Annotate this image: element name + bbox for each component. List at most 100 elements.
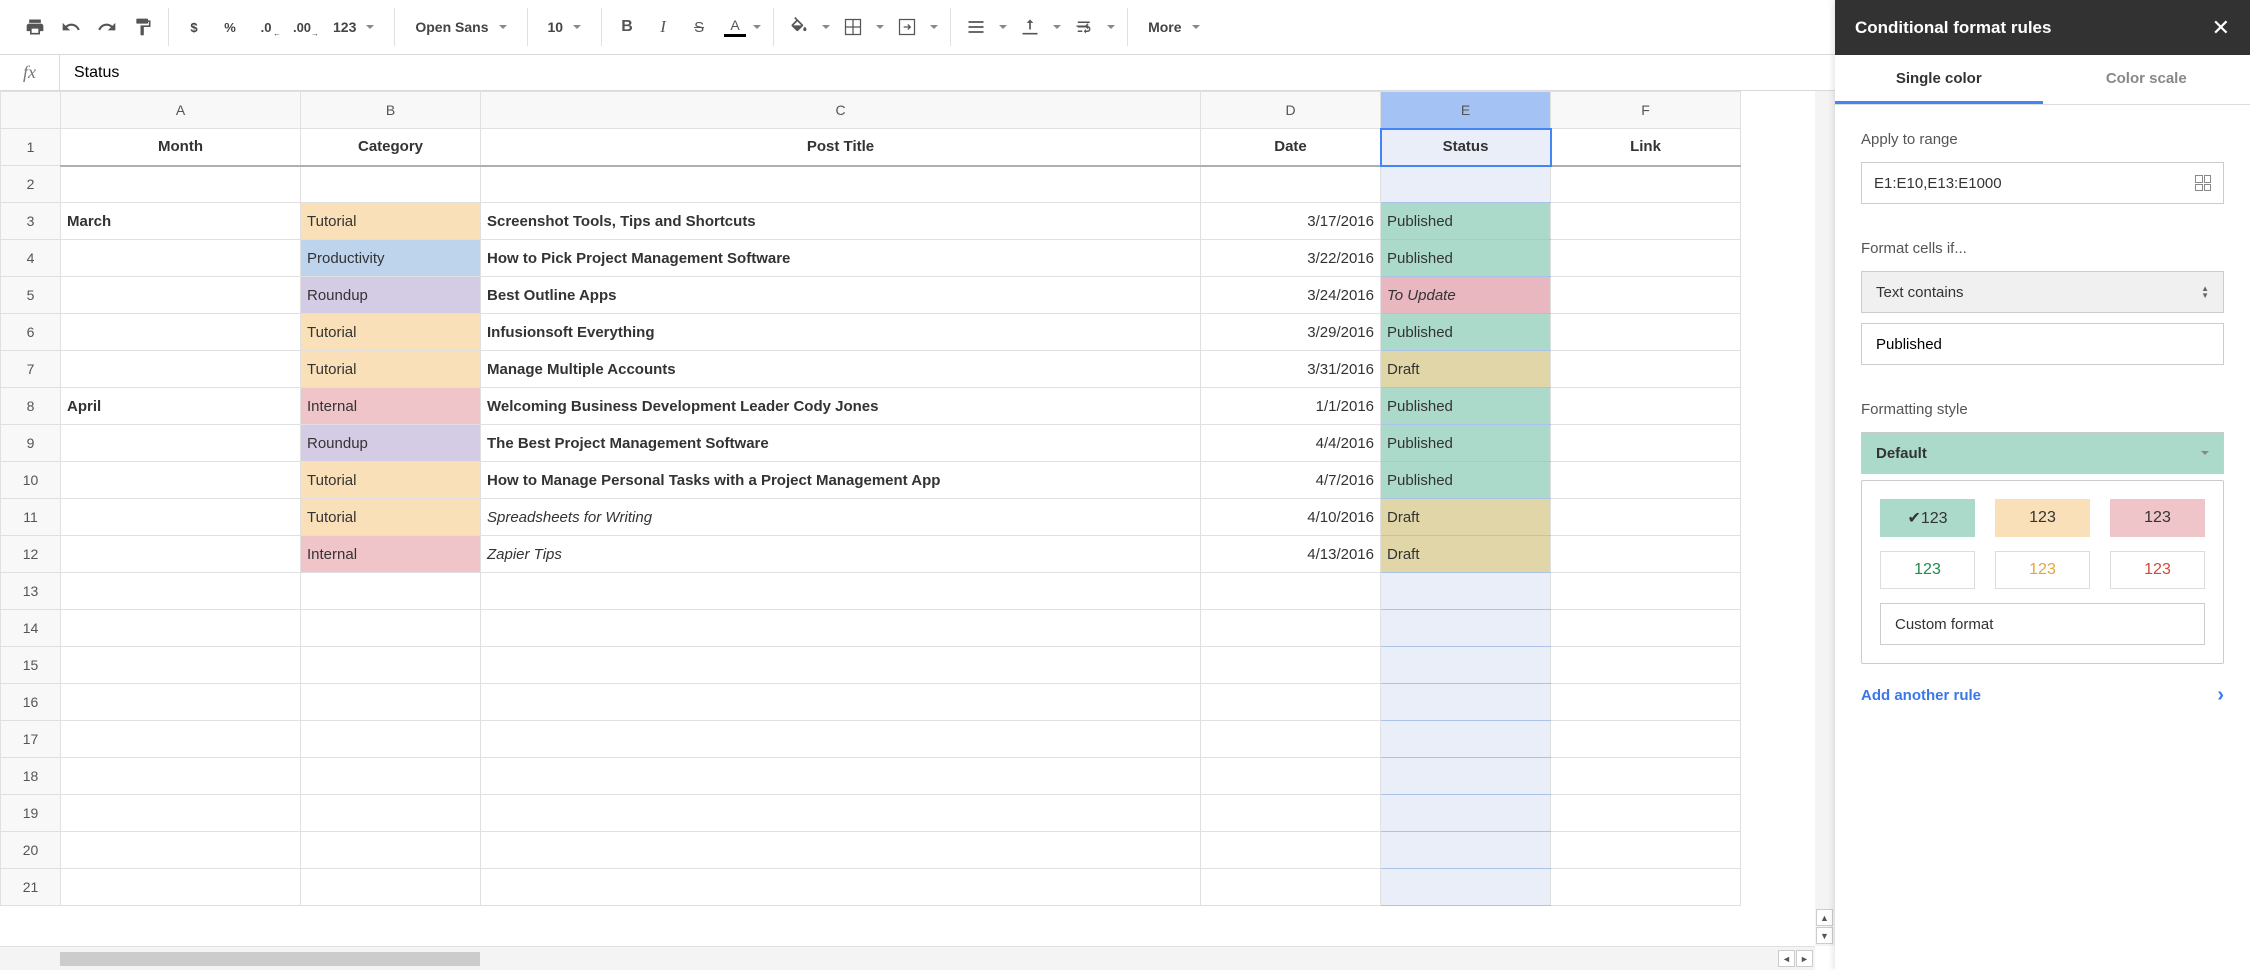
- cell-link[interactable]: [1551, 536, 1741, 573]
- row-header[interactable]: 8: [1, 388, 61, 425]
- cell-date[interactable]: 3/24/2016: [1201, 277, 1381, 314]
- cell-link[interactable]: [1551, 462, 1741, 499]
- cell-date[interactable]: 3/17/2016: [1201, 203, 1381, 240]
- cell-title[interactable]: [481, 647, 1201, 684]
- cell-status[interactable]: [1381, 795, 1551, 832]
- scroll-down-button[interactable]: ▼: [1816, 927, 1833, 944]
- cell-link[interactable]: [1551, 869, 1741, 906]
- add-rule-button[interactable]: Add another rule ›: [1861, 684, 2224, 707]
- cell-month[interactable]: [61, 721, 301, 758]
- cell-date[interactable]: [1201, 573, 1381, 610]
- cell-category[interactable]: Roundup: [301, 425, 481, 462]
- cell-category[interactable]: Tutorial: [301, 351, 481, 388]
- row-header[interactable]: 15: [1, 647, 61, 684]
- undo-button[interactable]: [58, 13, 84, 41]
- cell-status[interactable]: Draft: [1381, 536, 1551, 573]
- more-dropdown[interactable]: More: [1140, 19, 1207, 35]
- row-header[interactable]: 17: [1, 721, 61, 758]
- cell-title[interactable]: How to Manage Personal Tasks with a Proj…: [481, 462, 1201, 499]
- cell-link[interactable]: [1551, 499, 1741, 536]
- v-scrollbar[interactable]: ▲ ▼: [1815, 91, 1835, 946]
- cell-link[interactable]: [1551, 166, 1741, 203]
- cell-status-header[interactable]: Status: [1381, 129, 1551, 166]
- row-header[interactable]: 3: [1, 203, 61, 240]
- swatch-red-text[interactable]: 123: [2110, 551, 2205, 589]
- print-button[interactable]: [22, 13, 48, 41]
- font-size-dropdown[interactable]: 10: [540, 19, 590, 35]
- range-picker-icon[interactable]: [2195, 175, 2211, 191]
- cell-month[interactable]: [61, 240, 301, 277]
- cell-date[interactable]: [1201, 832, 1381, 869]
- cell-status[interactable]: [1381, 758, 1551, 795]
- cell-category[interactable]: [301, 758, 481, 795]
- cell-month[interactable]: April: [61, 388, 301, 425]
- cell-title[interactable]: [481, 758, 1201, 795]
- cell-link[interactable]: [1551, 203, 1741, 240]
- row-header[interactable]: 10: [1, 462, 61, 499]
- scroll-left-button[interactable]: ◄: [1778, 950, 1795, 967]
- cell-title[interactable]: How to Pick Project Management Software: [481, 240, 1201, 277]
- font-family-dropdown[interactable]: Open Sans: [407, 19, 514, 35]
- col-header-D[interactable]: D: [1201, 92, 1381, 129]
- cell-link[interactable]: [1551, 721, 1741, 758]
- cell-title[interactable]: Welcoming Business Development Leader Co…: [481, 388, 1201, 425]
- cell-status[interactable]: [1381, 832, 1551, 869]
- cell-link[interactable]: [1551, 573, 1741, 610]
- cell-month[interactable]: [61, 758, 301, 795]
- row-header[interactable]: 13: [1, 573, 61, 610]
- cell[interactable]: Category: [301, 129, 481, 166]
- currency-button[interactable]: $: [181, 13, 207, 41]
- cell-date[interactable]: [1201, 869, 1381, 906]
- cell-link[interactable]: [1551, 388, 1741, 425]
- col-header-B[interactable]: B: [301, 92, 481, 129]
- row-header[interactable]: 4: [1, 240, 61, 277]
- row-header[interactable]: 6: [1, 314, 61, 351]
- row-header[interactable]: 11: [1, 499, 61, 536]
- cell-month[interactable]: [61, 536, 301, 573]
- cell-month[interactable]: [61, 647, 301, 684]
- fill-color-button[interactable]: [786, 13, 812, 41]
- text-color-button[interactable]: A: [722, 13, 748, 41]
- dec-increase-button[interactable]: .00→: [289, 13, 315, 41]
- cell-link[interactable]: [1551, 351, 1741, 388]
- cell-link[interactable]: [1551, 684, 1741, 721]
- cell[interactable]: Post Title: [481, 129, 1201, 166]
- condition-dropdown[interactable]: Text contains ▲▼: [1861, 271, 2224, 313]
- swatch-yellow-text[interactable]: 123: [1995, 551, 2090, 589]
- percent-button[interactable]: %: [217, 13, 243, 41]
- swatch-yellow-fill[interactable]: 123: [1995, 499, 2090, 537]
- cell[interactable]: Link: [1551, 129, 1741, 166]
- cell-category[interactable]: Productivity: [301, 240, 481, 277]
- cell-month[interactable]: [61, 166, 301, 203]
- v-align-button[interactable]: [1017, 13, 1043, 41]
- cell-month[interactable]: [61, 314, 301, 351]
- h-scrollbar[interactable]: ◄ ►: [0, 946, 1815, 970]
- h-align-button[interactable]: [963, 13, 989, 41]
- cell-status[interactable]: To Update: [1381, 277, 1551, 314]
- scroll-up-button[interactable]: ▲: [1816, 909, 1833, 926]
- cell-month[interactable]: [61, 832, 301, 869]
- cell-link[interactable]: [1551, 314, 1741, 351]
- number-format-dropdown[interactable]: 123: [325, 19, 382, 35]
- cell-month[interactable]: [61, 869, 301, 906]
- bold-button[interactable]: B: [614, 13, 640, 41]
- row-header[interactable]: 12: [1, 536, 61, 573]
- swatch-green-fill[interactable]: ✔123: [1880, 499, 1975, 537]
- cell-status[interactable]: Published: [1381, 240, 1551, 277]
- cell-title[interactable]: [481, 832, 1201, 869]
- row-header[interactable]: 19: [1, 795, 61, 832]
- cell-month[interactable]: [61, 684, 301, 721]
- cell-title[interactable]: [481, 610, 1201, 647]
- cell-title[interactable]: [481, 721, 1201, 758]
- h-scroll-thumb[interactable]: [60, 952, 480, 966]
- cell[interactable]: Month: [61, 129, 301, 166]
- cell-title[interactable]: The Best Project Management Software: [481, 425, 1201, 462]
- cell-status[interactable]: Published: [1381, 388, 1551, 425]
- cell-category[interactable]: Internal: [301, 536, 481, 573]
- cell-date[interactable]: 4/4/2016: [1201, 425, 1381, 462]
- cell-date[interactable]: 4/10/2016: [1201, 499, 1381, 536]
- cell-category[interactable]: [301, 610, 481, 647]
- select-all-corner[interactable]: [1, 92, 61, 129]
- cell-title[interactable]: Screenshot Tools, Tips and Shortcuts: [481, 203, 1201, 240]
- cell-title[interactable]: [481, 684, 1201, 721]
